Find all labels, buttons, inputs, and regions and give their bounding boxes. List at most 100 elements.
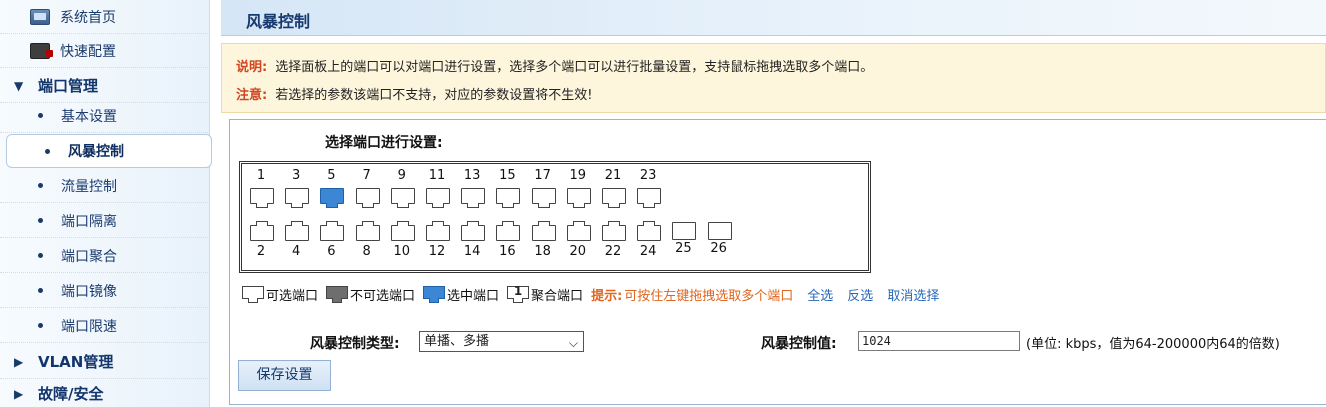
port-22[interactable] (602, 221, 626, 241)
port-number: 6 (327, 244, 336, 259)
port-number: 11 (428, 168, 446, 183)
port-number: 21 (604, 168, 622, 183)
port-23[interactable] (637, 188, 662, 208)
warning-text: 若选择的参数该端口不支持，对应的参数设置将不生效! (275, 88, 593, 103)
sidebar-item-port-isolation[interactable]: 端口隔离 (0, 204, 210, 238)
storm-value-label: 风暴控制值: (761, 336, 837, 352)
port-14[interactable] (461, 221, 486, 241)
port-11[interactable] (426, 188, 450, 208)
port-19[interactable] (566, 188, 591, 208)
toolbox-icon (30, 42, 53, 59)
port-17[interactable] (531, 188, 556, 208)
port-number: 19 (569, 168, 587, 183)
sidebar-item-port-mirror[interactable]: 端口镜像 (0, 274, 210, 308)
invert-selection-link[interactable]: 反选 (847, 285, 873, 304)
port-number: 24 (639, 244, 657, 259)
sidebar-item-port-rate-limit[interactable]: 端口限速 (0, 309, 210, 343)
warning-row: 注意: 若选择的参数该端口不支持，对应的参数设置将不生效! (236, 84, 592, 103)
port-20[interactable] (566, 221, 591, 241)
port-25[interactable] (672, 222, 697, 242)
port-3[interactable] (285, 188, 310, 208)
port-number: 17 (534, 168, 551, 183)
port-number: 20 (569, 244, 587, 259)
computer-icon (30, 8, 50, 25)
sidebar-item-label: 端口镜像 (61, 283, 117, 300)
port-number: 3 (292, 168, 301, 183)
port-panel[interactable]: 1 3 5 7 9 11 13 15 17 19 21 23 2 4 6 8 10 12 14 16 18 20 22 24 2… (239, 161, 871, 273)
port-16[interactable] (496, 221, 521, 241)
port-18[interactable] (531, 221, 556, 241)
port-number: 5 (327, 168, 336, 183)
port-number: 16 (499, 244, 516, 259)
page-header: 风暴控制 (221, 0, 1326, 36)
sidebar-item-home[interactable]: 系统首页 (0, 0, 210, 34)
save-button[interactable]: 保存设置 (238, 360, 331, 391)
deselect-link[interactable]: 取消选择 (887, 285, 939, 304)
sidebar-group-label: 端口管理 (38, 77, 99, 95)
bullet-icon (38, 288, 43, 293)
expanded-triangle-icon: ▼ (14, 78, 24, 93)
sidebar-item-label: 基本设置 (61, 108, 117, 125)
port-number: 23 (639, 168, 657, 183)
storm-type-label: 风暴控制类型: (310, 336, 400, 352)
port-13[interactable] (461, 188, 486, 208)
sidebar: 系统首页 快速配置 ▼ 端口管理 基本设置 风暴控制 流量控制 端口隔离 端口聚… (0, 0, 212, 407)
port-24[interactable] (637, 221, 662, 241)
port-21[interactable] (602, 188, 626, 208)
port-1[interactable] (250, 188, 274, 208)
port-9[interactable] (390, 188, 415, 208)
port-6[interactable] (320, 221, 345, 241)
port-5[interactable] (320, 188, 345, 208)
storm-type-select[interactable]: 单播、多播 ⌵ (419, 331, 584, 352)
port-number: 1 (256, 168, 266, 183)
port-select-title: 选择端口进行设置: (325, 135, 443, 151)
unselectable-port-icon (326, 286, 349, 303)
sidebar-item-label: 端口隔离 (61, 213, 117, 230)
port-number: 9 (397, 168, 406, 183)
bullet-icon (38, 183, 43, 188)
aggregated-port-icon: 1 (507, 284, 530, 303)
note-key: 说明: (236, 60, 268, 75)
sidebar-item-quick-config[interactable]: 快速配置 (0, 34, 210, 68)
bullet-icon (38, 218, 43, 223)
select-all-link[interactable]: 全选 (807, 285, 833, 304)
note-row: 说明: 选择面板上的端口可以对端口进行设置，选择多个端口可以进行批量设置，支持鼠标… (236, 56, 873, 75)
bullet-icon (45, 148, 50, 154)
info-box: 说明: 选择面板上的端口可以对端口进行设置，选择多个端口可以进行批量设置，支持鼠标… (221, 43, 1326, 113)
port-number: 2 (256, 244, 266, 259)
port-10[interactable] (390, 221, 415, 241)
sidebar-item-flow-control[interactable]: 流量控制 (0, 169, 210, 203)
port-2[interactable] (250, 221, 274, 241)
port-8[interactable] (355, 221, 380, 241)
sidebar-item-basic-settings[interactable]: 基本设置 (0, 99, 210, 133)
storm-value-input[interactable]: 1024 (858, 331, 1020, 351)
chevron-down-icon: ⌵ (568, 336, 578, 350)
legend-selectable: 可选端口 (266, 288, 319, 304)
sidebar-group-vlan-mgmt[interactable]: ▶ VLAN管理 (0, 345, 210, 379)
sidebar-item-label: 端口限速 (61, 318, 117, 335)
sidebar-group-label: VLAN管理 (38, 353, 114, 371)
port-number: 22 (604, 244, 622, 259)
port-12[interactable] (426, 221, 450, 241)
content-area: 风暴控制 说明: 选择面板上的端口可以对端口进行设置，选择多个端口可以进行批量设置… (221, 0, 1326, 407)
legend-unselectable: 不可选端口 (350, 288, 416, 304)
sidebar-item-storm-control[interactable]: 风暴控制 (6, 134, 212, 168)
port-number: 25 (675, 241, 692, 256)
port-4[interactable] (285, 221, 310, 241)
sidebar-group-port-mgmt[interactable]: ▼ 端口管理 (0, 69, 210, 103)
port-15[interactable] (496, 188, 521, 208)
sidebar-item-label: 端口聚合 (61, 248, 117, 265)
storm-type-value: 单播、多播 (424, 334, 490, 349)
bullet-icon (38, 113, 43, 118)
settings-panel: 选择端口进行设置: 1 3 5 7 9 11 13 15 17 19 21 23 2 4 6 8 10 12 14 1… (229, 119, 1326, 405)
sidebar-item-label: 流量控制 (61, 178, 117, 195)
sidebar-group-fault-security[interactable]: ▶ 故障/安全 (0, 377, 210, 407)
port-number: 8 (362, 244, 371, 259)
port-7[interactable] (355, 188, 380, 208)
port-26[interactable] (707, 222, 732, 242)
port-number: 10 (393, 244, 411, 259)
sidebar-group-label: 故障/安全 (38, 385, 104, 403)
legend-selected: 选中端口 (447, 288, 500, 304)
sidebar-item-port-aggregation[interactable]: 端口聚合 (0, 239, 210, 273)
port-number: 14 (463, 244, 481, 259)
